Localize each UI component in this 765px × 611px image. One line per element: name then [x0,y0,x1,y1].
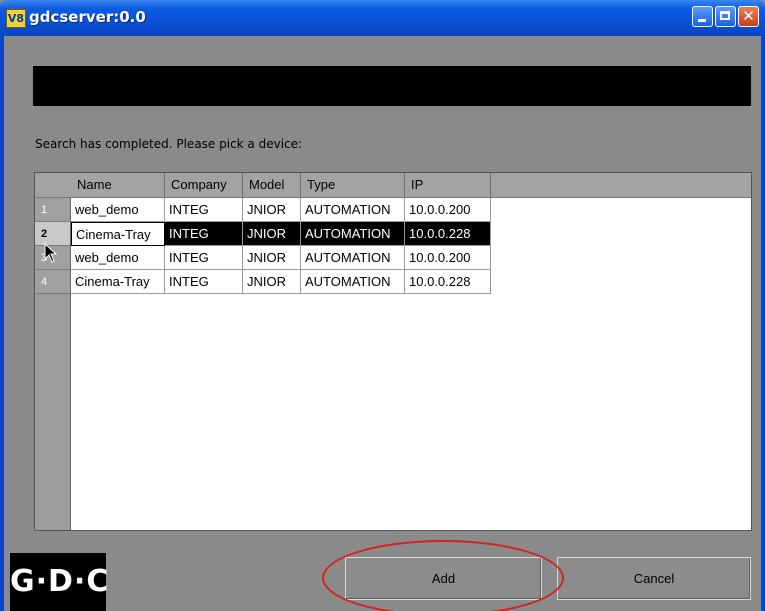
cell-ip[interactable]: 10.0.0.200 [405,198,491,222]
cell-type[interactable]: AUTOMATION [301,270,405,294]
window-title: gdcserver:0.0 [29,8,146,26]
column-header-company[interactable]: Company [165,173,243,197]
app-window: V8 gdcserver:0.0 ✕ Search has completed.… [0,0,765,611]
cell-type[interactable]: AUTOMATION [301,222,405,246]
cell-type[interactable]: AUTOMATION [301,246,405,270]
column-header-name[interactable]: Name [71,173,165,197]
column-header-ip[interactable]: IP [405,173,491,197]
cell-company[interactable]: INTEG [165,246,243,270]
close-icon: ✕ [742,7,755,25]
cell-company[interactable]: INTEG [165,270,243,294]
cell-name[interactable]: Cinema-Tray [71,222,165,246]
cell-model[interactable]: JNIOR [243,222,301,246]
logo-text: G·D·C [10,564,110,599]
column-header-type[interactable]: Type [301,173,405,197]
row-number: 1 [35,198,70,222]
cell-ip[interactable]: 10.0.0.228 [405,270,491,294]
window-frame-right [761,36,765,611]
device-table[interactable]: Name Company Model Type IP 1 web_demo IN… [34,172,752,531]
gdc-logo: G·D·C [10,553,110,611]
status-text: Search has completed. Please pick a devi… [35,137,303,151]
cell-name[interactable]: web_demo [71,198,165,222]
window-frame-left [0,36,4,611]
row-number: 4 [35,270,70,294]
column-header-model[interactable]: Model [243,173,301,197]
message-bar [33,66,751,106]
cell-model[interactable]: JNIOR [243,246,301,270]
close-button[interactable]: ✕ [738,6,759,27]
cell-company[interactable]: INTEG [165,198,243,222]
cell-ip[interactable]: 10.0.0.200 [405,246,491,270]
cell-name[interactable]: Cinema-Tray [71,270,165,294]
cell-model[interactable]: JNIOR [243,270,301,294]
add-button[interactable]: Add [345,557,542,600]
app-icon: V8 [6,9,26,28]
cell-name[interactable]: web_demo [71,246,165,270]
maximize-button[interactable] [715,6,736,27]
cell-company[interactable]: INTEG [165,222,243,246]
cancel-button[interactable]: Cancel [557,557,751,600]
minimize-button[interactable] [692,6,713,27]
title-bar[interactable]: V8 gdcserver:0.0 ✕ [0,0,765,36]
table-header: Name Company Model Type IP [35,173,751,198]
cell-type[interactable]: AUTOMATION [301,198,405,222]
cell-model[interactable]: JNIOR [243,198,301,222]
cell-ip[interactable]: 10.0.0.228 [405,222,491,246]
mouse-cursor-icon [44,243,58,263]
